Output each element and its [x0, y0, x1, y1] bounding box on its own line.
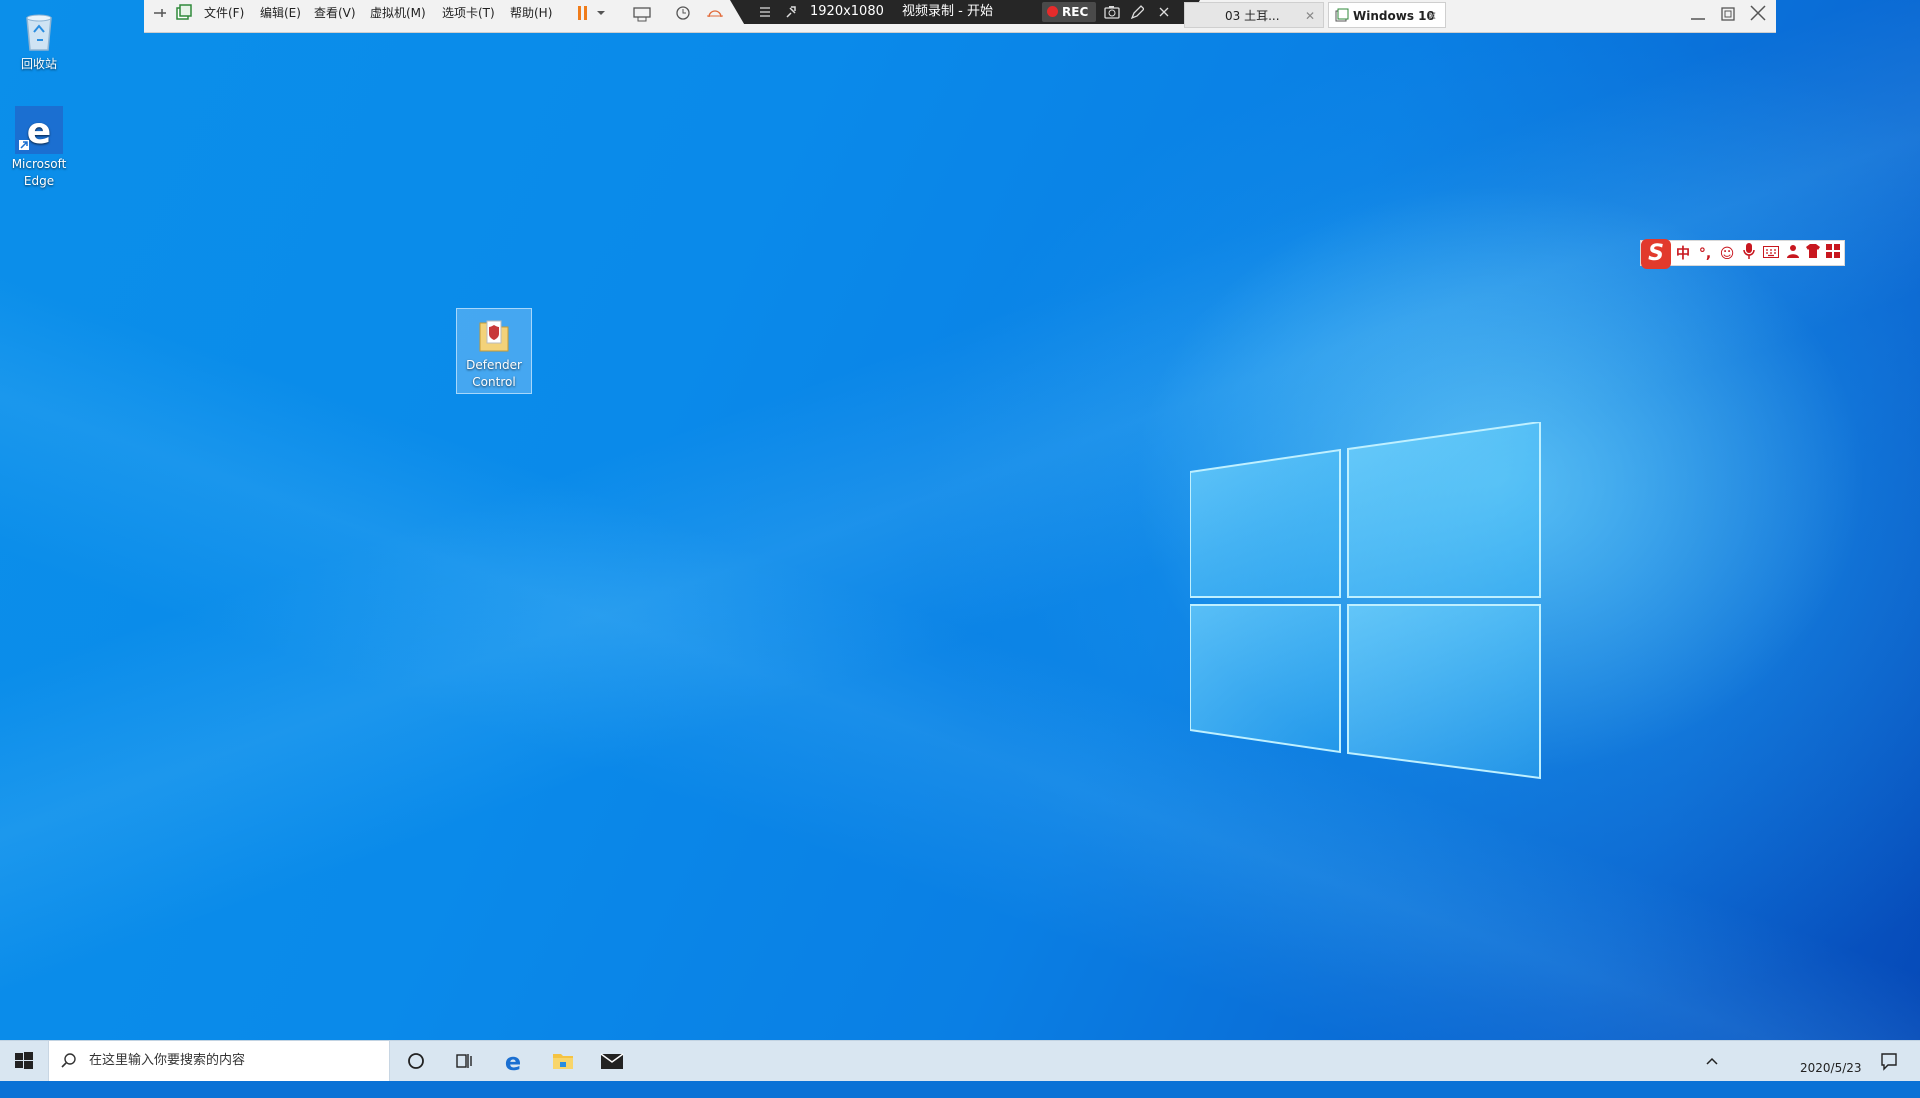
mail-icon[interactable] — [600, 1041, 624, 1081]
cortana-icon[interactable] — [406, 1041, 426, 1081]
file-explorer-icon[interactable] — [552, 1041, 574, 1081]
minimize-icon[interactable] — [1688, 0, 1708, 26]
svg-text:e: e — [505, 1048, 521, 1076]
record-dot-icon — [1047, 6, 1058, 17]
ime-mode-toggle[interactable]: 中 — [1673, 243, 1693, 265]
desktop-icon-label: Microsoft Edge — [11, 157, 67, 188]
light-beam — [0, 0, 1920, 1040]
start-button[interactable] — [14, 1041, 34, 1081]
close-icon[interactable]: ✕ — [1305, 3, 1315, 29]
search-placeholder: 在这里输入你要搜索的内容 — [89, 1053, 246, 1068]
close-icon[interactable] — [1158, 0, 1170, 24]
desktop-icon-label: Defender Control — [466, 358, 522, 389]
user-icon[interactable] — [1783, 243, 1803, 265]
action-center-icon[interactable] — [1880, 1041, 1898, 1081]
menu-help[interactable]: 帮助(H) — [510, 0, 552, 26]
light-beam — [0, 0, 1920, 1040]
keyboard-icon[interactable] — [1761, 243, 1781, 265]
defender-control-icon — [474, 315, 514, 355]
toolbox-grid-icon[interactable] — [1823, 243, 1843, 265]
search-icon — [61, 1041, 77, 1098]
desktop-icon-edge[interactable]: e Microsoft Edge — [2, 106, 76, 190]
pin-icon[interactable] — [784, 0, 798, 24]
rec-button[interactable]: REC — [1042, 2, 1096, 22]
menu-file[interactable]: 文件(F) — [204, 0, 244, 26]
restore-icon[interactable] — [1718, 0, 1738, 26]
pin-toolbar-icon[interactable] — [152, 0, 168, 26]
resolution-readout: 1920x1080 — [810, 4, 884, 19]
vm-tab-icon — [1335, 3, 1349, 38]
taskbar-search-box[interactable]: 在这里输入你要搜索的内容 — [48, 1041, 390, 1081]
windows-logo-wallpaper — [1190, 422, 1541, 780]
menu-tabs[interactable]: 选项卡(T) — [442, 0, 495, 26]
menu-view[interactable]: 查看(V) — [314, 0, 356, 26]
tab-windows-10[interactable]: Windows 10 ✕ — [1328, 2, 1446, 28]
tab-label: Windows 10 — [1353, 9, 1435, 23]
ime-punctuation-toggle[interactable]: °, — [1695, 243, 1715, 265]
recycle-bin-icon — [15, 6, 63, 54]
menu-edit[interactable]: 编辑(E) — [260, 0, 301, 26]
tab-previous-vm[interactable]: 03 土耳... ✕ — [1184, 2, 1324, 28]
skin-shirt-icon[interactable] — [1803, 243, 1823, 265]
vm-library-icon[interactable] — [174, 0, 192, 26]
send-ctrl-alt-del-icon[interactable] — [632, 0, 652, 26]
microphone-icon[interactable] — [1739, 243, 1759, 265]
svg-text:e: e — [27, 111, 51, 152]
pen-icon[interactable] — [1130, 0, 1145, 24]
snapshot-clock-icon[interactable] — [674, 0, 692, 26]
menu-vm[interactable]: 虚拟机(M) — [370, 0, 426, 26]
taskbar-date[interactable]: 2020/5/23 — [1800, 1061, 1862, 1075]
vm-toolbar: 文件(F) 编辑(E) 查看(V) 虚拟机(M) 选项卡(T) 帮助(H) 19… — [144, 0, 1776, 33]
rec-label: REC — [1062, 5, 1089, 19]
tab-label: 03 土耳... — [1225, 9, 1280, 23]
sogou-logo-icon[interactable]: S — [1641, 239, 1671, 269]
desktop-icon-defender-control[interactable]: Defender Control — [456, 308, 532, 394]
camera-icon[interactable] — [1104, 0, 1120, 24]
emoji-icon[interactable]: ☺ — [1717, 243, 1737, 265]
menu-list-icon[interactable] — [758, 0, 772, 24]
desktop-icon-label: 回收站 — [20, 57, 57, 71]
recording-panel: 1920x1080 视频录制 - 开始 REC — [730, 0, 1200, 24]
show-hidden-icons-chevron-icon[interactable] — [1704, 1041, 1720, 1081]
chevron-down-icon[interactable] — [596, 0, 606, 26]
revert-snapshot-icon[interactable] — [706, 0, 724, 26]
edge-icon: e — [15, 106, 63, 154]
taskbar-edge-icon[interactable]: e — [502, 1041, 524, 1081]
close-window-icon[interactable] — [1748, 0, 1768, 26]
ime-toolbar[interactable]: S 中 °, ☺ — [1640, 239, 1845, 269]
desktop[interactable]: 回收站 e Microsoft Edge Defender Control S … — [0, 0, 1920, 1040]
taskbar: 在这里输入你要搜索的内容 e 2020/5/23 — [0, 1040, 1920, 1081]
task-view-icon[interactable] — [454, 1041, 474, 1081]
pause-icon[interactable] — [576, 0, 590, 26]
recording-status: 视频录制 - 开始 — [902, 4, 993, 19]
close-icon[interactable]: ✕ — [1427, 3, 1437, 29]
desktop-icon-recycle-bin[interactable]: 回收站 — [2, 6, 76, 73]
